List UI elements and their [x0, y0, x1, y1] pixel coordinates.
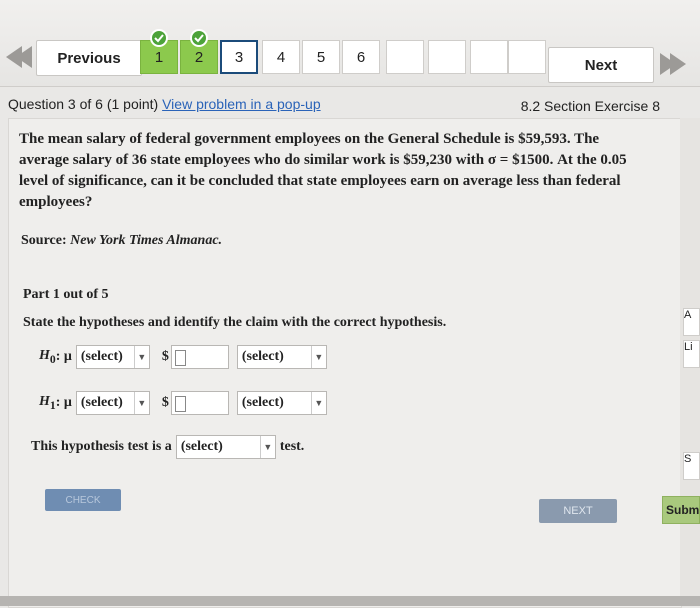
- source-citation: Source: New York Times Almanac.: [21, 233, 222, 249]
- problem-text: The mean salary of federal government em…: [19, 129, 659, 213]
- select-value: (select): [80, 349, 123, 364]
- empty-question-slot: [508, 40, 546, 74]
- bottom-edge: [0, 596, 700, 606]
- test-type-select[interactable]: (select) ▼: [175, 435, 276, 459]
- question-4-button[interactable]: 4: [262, 40, 300, 74]
- problem-line: employees?: [19, 194, 93, 210]
- h0-row: H0 : μ (select) ▼ $ (select) ▼: [39, 345, 327, 369]
- empty-question-slot: [428, 40, 466, 74]
- dropdown-arrow-icon: ▼: [310, 346, 326, 368]
- mu-symbol: : μ: [55, 349, 72, 364]
- select-value: (select): [80, 395, 123, 410]
- check-icon: [190, 29, 208, 47]
- question-3-button[interactable]: 3: [220, 40, 258, 74]
- source-label: Source:: [21, 233, 67, 248]
- question-header: Question 3 of 6 (1 point) View problem i…: [0, 86, 680, 118]
- section-label: 8.2 Section Exercise 8: [520, 98, 660, 114]
- check-button[interactable]: CHECK: [45, 489, 121, 511]
- select-value: (select): [241, 349, 284, 364]
- h-letter: H: [39, 348, 50, 364]
- question-number: 2: [194, 48, 204, 66]
- question-number-text: Question 3 of 6 (1 point) View problem i…: [8, 96, 321, 112]
- select-value: (select): [180, 439, 223, 454]
- dollar-sign: $: [161, 395, 169, 410]
- next-button[interactable]: Next: [548, 47, 654, 83]
- back-arrow-icon[interactable]: [0, 40, 36, 74]
- question-number: 1: [154, 48, 164, 66]
- problem-line: The mean salary of federal government em…: [19, 131, 600, 147]
- empty-question-slot: [470, 40, 508, 74]
- previous-button[interactable]: Previous: [36, 40, 142, 76]
- question-1-button[interactable]: 1: [140, 29, 178, 74]
- problem-line: level of significance, can it be conclud…: [19, 173, 621, 189]
- problem-fragment: σ = $1500. At the 0.05: [487, 152, 627, 168]
- question-number: 5: [316, 48, 326, 66]
- h1-value-input[interactable]: [170, 391, 229, 415]
- h1-row: H1 : μ (select) ▼ $ (select) ▼: [39, 391, 327, 415]
- question-5-button[interactable]: 5: [302, 40, 340, 74]
- dollar-sign: $: [161, 349, 169, 364]
- h1-label: H1: [39, 394, 56, 412]
- part-instruction: State the hypotheses and identify the cl…: [23, 315, 447, 330]
- question-2-button[interactable]: 2: [180, 29, 218, 74]
- problem-fragment: average salary of 36 state employees who…: [19, 152, 485, 168]
- question-number: 6: [356, 48, 366, 66]
- popup-link[interactable]: View problem in a pop-up: [162, 96, 321, 112]
- h0-operator-select[interactable]: (select) ▼: [75, 345, 150, 369]
- empty-question-slot: [386, 40, 424, 74]
- dropdown-arrow-icon: ▼: [310, 392, 326, 414]
- mu-symbol: : μ: [55, 395, 72, 410]
- h0-claim-select[interactable]: (select) ▼: [236, 345, 327, 369]
- dropdown-arrow-icon: ▼: [259, 436, 275, 458]
- check-icon: [150, 29, 168, 47]
- test-prefix: This hypothesis test is a: [31, 439, 172, 454]
- question-6-button[interactable]: 6: [342, 40, 380, 74]
- question-number: 3: [234, 48, 244, 66]
- select-value: (select): [241, 395, 284, 410]
- problem-line: average salary of 36 state employees who…: [19, 150, 659, 171]
- h1-operator-select[interactable]: (select) ▼: [75, 391, 150, 415]
- input-cursor: [174, 396, 186, 412]
- source-title: New York Times Almanac.: [70, 233, 223, 248]
- input-cursor: [174, 350, 186, 366]
- h0-value-input[interactable]: [170, 345, 229, 369]
- top-navigation-bar: Previous 1 2 3 4 5 6 Next: [0, 0, 700, 87]
- h1-claim-select[interactable]: (select) ▼: [236, 391, 327, 415]
- h-letter: H: [39, 394, 50, 410]
- dropdown-arrow-icon: ▼: [133, 346, 149, 368]
- part-title: Part 1 out of 5: [23, 287, 109, 302]
- right-tab-a[interactable]: A: [683, 308, 700, 336]
- submit-button[interactable]: Subm: [662, 496, 700, 524]
- h0-label: H0: [39, 348, 56, 366]
- test-type-row: This hypothesis test is a (select) ▼ test…: [31, 435, 304, 459]
- forward-arrow-icon[interactable]: [652, 47, 692, 81]
- right-tab-s[interactable]: S: [683, 452, 700, 480]
- part-next-button[interactable]: NEXT: [539, 499, 617, 523]
- test-suffix: test.: [279, 439, 305, 454]
- question-points: Question 3 of 6 (1 point): [8, 96, 159, 112]
- dropdown-arrow-icon: ▼: [133, 392, 149, 414]
- problem-panel: The mean salary of federal government em…: [8, 118, 682, 608]
- right-tab-li[interactable]: Li: [683, 340, 700, 368]
- question-number: 4: [276, 48, 286, 66]
